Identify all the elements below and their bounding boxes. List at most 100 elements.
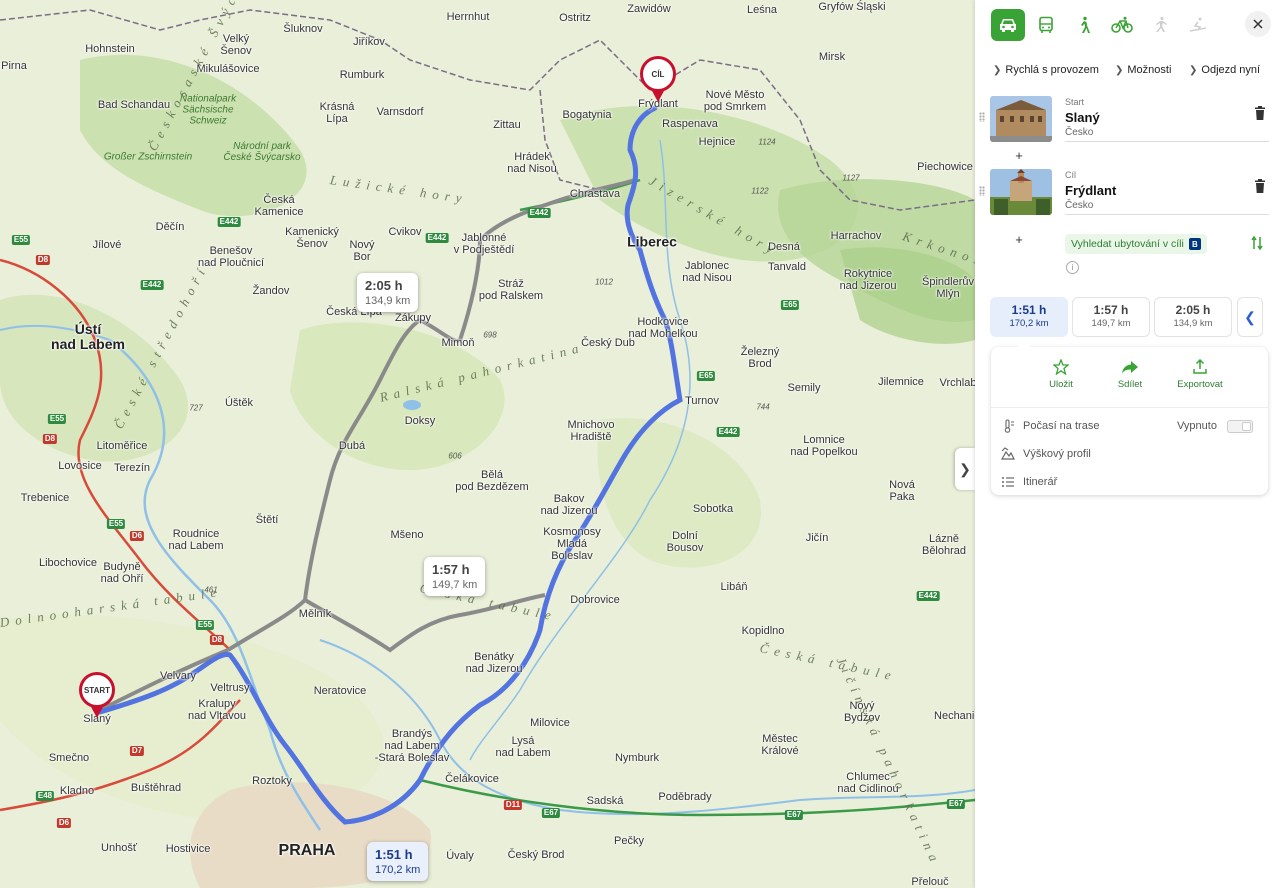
weather-toggle[interactable]	[1227, 420, 1253, 433]
route-bubble-distance: 134,9 km	[365, 295, 411, 307]
drag-handle-icon[interactable]	[979, 112, 985, 122]
mode-bus-button[interactable]	[1029, 9, 1063, 41]
place-label: Roudnice nad Labem	[168, 528, 224, 552]
drag-handle-icon[interactable]	[979, 186, 985, 196]
route-bubble-205[interactable]: 2:05 h 134,9 km	[357, 273, 419, 312]
weather-row[interactable]: Počasí na trase	[1001, 419, 1099, 433]
collapse-panel-button[interactable]: ❯	[955, 448, 975, 490]
place-label: Bogatynia	[562, 109, 612, 121]
place-label: Budyně nad Ohří	[100, 561, 144, 585]
place-label: Přelouč	[911, 876, 949, 888]
destination-role: Cíl	[1065, 170, 1076, 180]
place-label: Mirsk	[818, 51, 846, 63]
place-label: Bad Schandau	[97, 99, 171, 111]
search-accommodation-button[interactable]: Vyhledat ubytování v cíli B	[1065, 234, 1207, 254]
place-label: Žandov	[252, 285, 290, 297]
place-label: Poděbrady	[658, 791, 712, 803]
place-label: Kosmonosy Mladá Boleslav	[543, 526, 601, 562]
place-label: Smečno	[48, 752, 90, 764]
place-label: Benešov nad Ploučnicí	[197, 245, 265, 269]
mode-run-button[interactable]	[1143, 9, 1177, 41]
place-label: Tanvald	[768, 261, 806, 273]
thermometer-icon	[1004, 419, 1014, 433]
list-icon	[1002, 477, 1014, 487]
share-icon	[1122, 361, 1138, 374]
start-marker[interactable]: START	[79, 672, 115, 718]
destination-thumbnail	[990, 169, 1052, 215]
place-label: Stráž pod Ralskem	[478, 278, 544, 302]
route-bubble-time: 1:57 h	[432, 562, 470, 577]
more-alternatives-button[interactable]: ❮	[1237, 297, 1263, 337]
place-label: Leśna	[747, 4, 777, 16]
save-label: Uložit	[1049, 379, 1073, 390]
start-name[interactable]: Slaný	[1065, 110, 1100, 125]
place-label: Kopidlno	[741, 625, 785, 637]
elevation-label: 1122	[751, 186, 769, 196]
destination-name[interactable]: Frýdlant	[1065, 183, 1116, 198]
mode-walk-button[interactable]	[1067, 9, 1101, 41]
car-icon	[1000, 19, 1016, 32]
mode-ski-button[interactable]	[1181, 9, 1215, 41]
place-label: Zawidów	[627, 3, 671, 15]
road-shield: E55	[47, 414, 67, 424]
route-alternative-1[interactable]: 1:51 h 170,2 km	[990, 297, 1068, 337]
start-country: Česko	[1065, 127, 1094, 138]
mode-bike-button[interactable]	[1105, 9, 1139, 41]
route-actions-card: Uložit Sdílet Exportovat Počasí na trase…	[991, 340, 1268, 495]
place-label: Jiříkov	[353, 36, 385, 48]
place-label: Turnov	[685, 395, 719, 407]
save-button[interactable]: Uložit	[1026, 359, 1096, 390]
route-bubble-time: 1:51 h	[375, 847, 413, 862]
place-label: Cvikov	[388, 226, 422, 238]
route-alt-distance: 134,9 km	[1173, 318, 1213, 329]
route-bubble-time: 2:05 h	[365, 278, 403, 293]
place-label: Herrnhut	[446, 11, 490, 23]
export-button[interactable]: Exportovat	[1165, 359, 1235, 390]
place-label: Roztoky	[252, 775, 292, 787]
itinerary-row[interactable]: Itinerář	[1001, 475, 1057, 489]
destination-marker[interactable]: CÍL	[640, 56, 676, 102]
map-canvas[interactable]: Hohnstein Pirna Velký Šenov Šluknov Jiříkov H…	[0, 0, 975, 888]
route-alt-distance: 149,7 km	[1091, 318, 1131, 329]
route-alt-time: 2:05 h	[1175, 303, 1211, 317]
mode-car-button[interactable]	[991, 9, 1025, 41]
place-label: Velvary	[159, 670, 197, 682]
swap-icon[interactable]	[1251, 236, 1263, 250]
divider	[1065, 214, 1269, 215]
place-label: Zittau	[493, 119, 521, 131]
route-type-dropdown[interactable]: ❯ Rychlá s provozem	[993, 64, 1099, 76]
elevation-profile-row[interactable]: Výškový profil	[1001, 447, 1091, 461]
route-bubble-157[interactable]: 1:57 h 149,7 km	[424, 557, 486, 596]
place-label: Benátky nad Jizerou	[465, 651, 523, 675]
route-bubble-151[interactable]: 1:51 h 170,2 km	[367, 842, 429, 881]
share-button[interactable]: Sdílet	[1095, 359, 1165, 390]
trash-icon[interactable]	[1254, 106, 1266, 120]
info-icon[interactable]: i	[1066, 261, 1079, 274]
road-shield: E65	[696, 371, 716, 381]
weather-label: Počasí na trase	[1023, 420, 1100, 432]
route-alternative-2[interactable]: 1:57 h 149,7 km	[1072, 297, 1150, 337]
road-shield: E55	[195, 620, 215, 630]
place-label: Kralupy nad Vltavou	[187, 698, 247, 722]
add-waypoint-button[interactable]: +	[1011, 231, 1027, 247]
options-dropdown[interactable]: ❯ Možnosti	[1115, 64, 1171, 76]
add-waypoint-button[interactable]: +	[1011, 147, 1027, 163]
place-label: Špindlerův Mlýn	[922, 276, 974, 300]
place-label: Děčín	[155, 221, 185, 233]
place-label: Jablonec nad Nisou	[682, 260, 732, 284]
walk-icon	[1081, 16, 1090, 33]
route-alternative-3[interactable]: 2:05 h 134,9 km	[1154, 297, 1232, 337]
road-shield: E67	[946, 799, 966, 809]
road-shield: E442	[140, 280, 164, 290]
castle-photo	[990, 169, 1052, 215]
place-label: Mimoň	[441, 337, 475, 349]
options-label: Možnosti	[1127, 64, 1172, 76]
road-shield: D6	[56, 818, 72, 828]
departure-dropdown[interactable]: ❯ Odjezd nyní	[1189, 64, 1260, 76]
close-button[interactable]	[1245, 11, 1271, 37]
route-bubble-distance: 149,7 km	[432, 579, 478, 591]
place-label: Semily	[787, 382, 821, 394]
trash-icon[interactable]	[1254, 179, 1266, 193]
place-label: Šluknov	[283, 23, 323, 35]
city-label: Ústí nad Labem	[51, 321, 125, 352]
